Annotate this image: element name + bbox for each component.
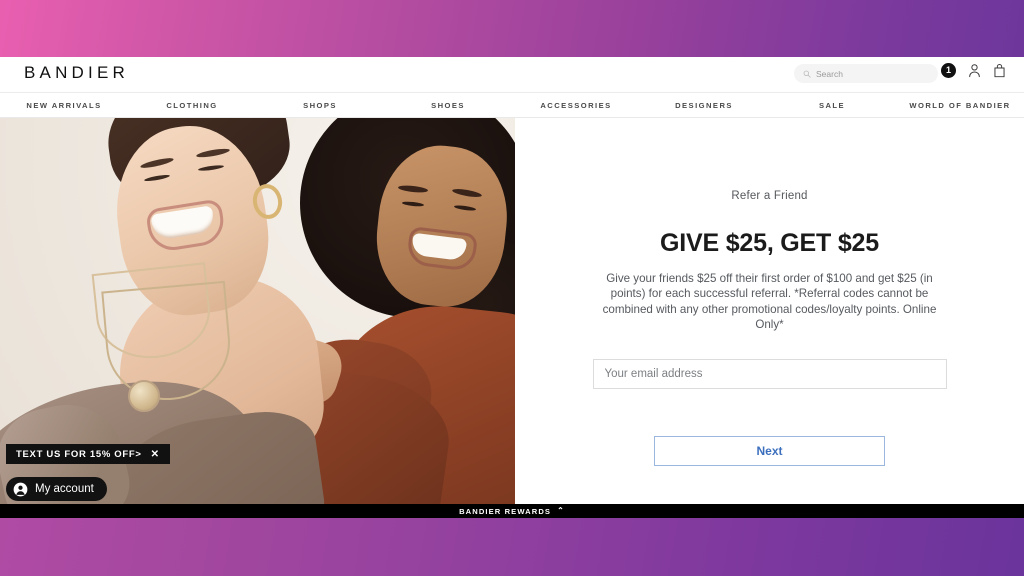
notification-badge[interactable]: 1 <box>941 63 956 78</box>
search-icon <box>803 70 811 78</box>
text-us-label: TEXT US FOR 15% OFF> <box>16 448 142 460</box>
user-circle-icon <box>13 482 28 496</box>
site-header: BANDIER 1 <box>0 57 1024 93</box>
bottom-gradient-band <box>0 518 1024 576</box>
nav-item-world-of-bandier[interactable]: WORLD OF BANDIER <box>896 101 1024 110</box>
nav-item-designers[interactable]: DESIGNERS <box>640 101 768 110</box>
nav-item-new-arrivals[interactable]: NEW ARRIVALS <box>0 101 128 110</box>
rewards-label: BANDIER REWARDS <box>459 506 552 516</box>
nav-item-shoes[interactable]: SHOES <box>384 101 512 110</box>
header-icon-group: 1 <box>941 63 1006 78</box>
content-area: TEXT US FOR 15% OFF> ✕ My account Refer … <box>0 118 1024 507</box>
close-icon[interactable]: ✕ <box>151 449 160 460</box>
refer-description: Give your friends $25 off their first or… <box>602 272 937 331</box>
main-navigation: NEW ARRIVALS CLOTHING SHOPS SHOES ACCESS… <box>0 93 1024 118</box>
bag-icon[interactable] <box>993 63 1006 78</box>
next-button[interactable]: Next <box>654 436 885 467</box>
coin-pendant <box>128 380 160 412</box>
site-viewport: BANDIER 1 <box>0 57 1024 518</box>
search-field-wrapper[interactable] <box>794 64 938 83</box>
account-icon[interactable] <box>968 63 981 78</box>
nav-item-shops[interactable]: SHOPS <box>256 101 384 110</box>
my-account-label: My account <box>35 483 94 495</box>
chevron-up-icon: ⌃ <box>557 506 565 515</box>
search-input[interactable] <box>816 68 929 79</box>
bandier-rewards-bar[interactable]: BANDIER REWARDS ⌃ <box>0 504 1024 518</box>
email-input[interactable] <box>592 359 947 390</box>
nav-item-accessories[interactable]: ACCESSORIES <box>512 101 640 110</box>
screen-backdrop: BANDIER 1 <box>0 0 1024 576</box>
brand-logo[interactable]: BANDIER <box>24 63 129 83</box>
refer-a-friend-panel: Refer a Friend GIVE $25, GET $25 Give yo… <box>515 118 1024 507</box>
refer-eyebrow: Refer a Friend <box>731 190 808 202</box>
nav-item-sale[interactable]: SALE <box>768 101 896 110</box>
my-account-chip[interactable]: My account <box>6 477 107 501</box>
page-title: GIVE $25, GET $25 <box>660 229 879 257</box>
hero-image: TEXT US FOR 15% OFF> ✕ My account <box>0 118 515 507</box>
nav-item-clothing[interactable]: CLOTHING <box>128 101 256 110</box>
text-us-promo-banner[interactable]: TEXT US FOR 15% OFF> ✕ <box>6 444 170 464</box>
